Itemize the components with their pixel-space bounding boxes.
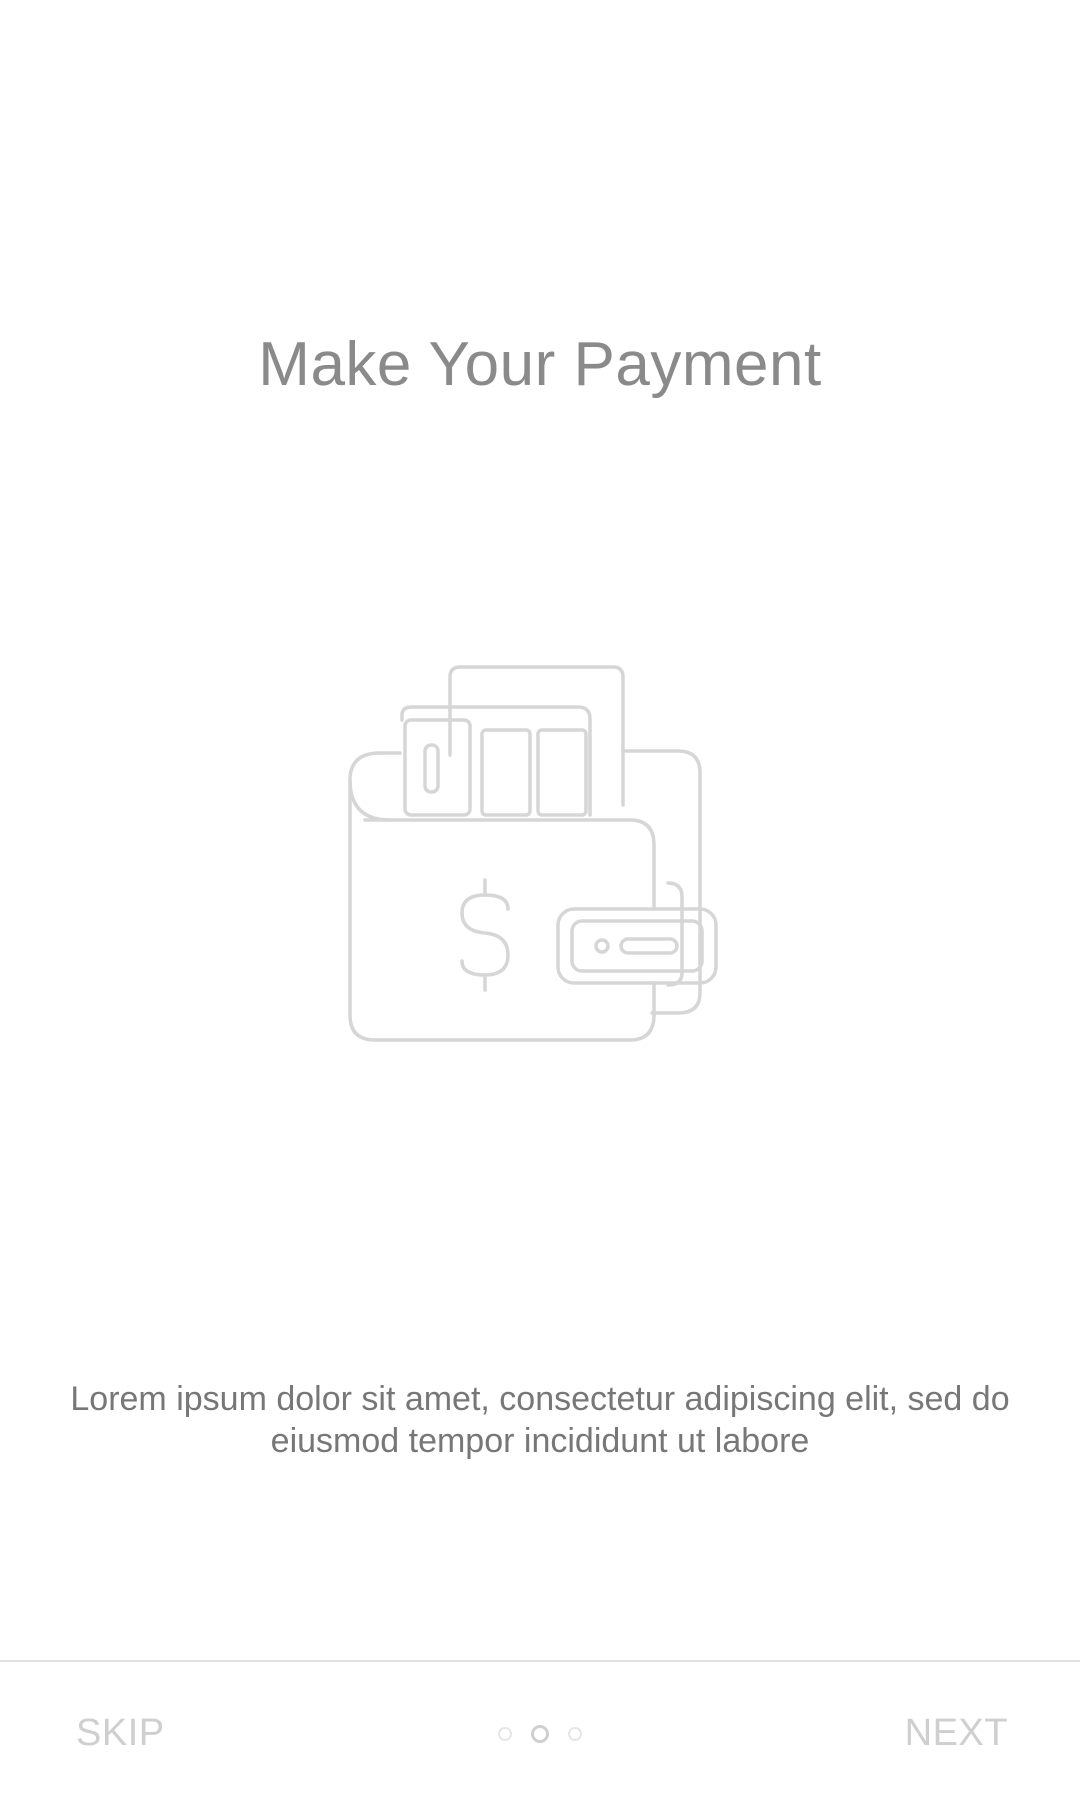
- page-dot-2-active[interactable]: [531, 1725, 549, 1743]
- onboarding-description: Lorem ipsum dolor sit amet, consectetur …: [70, 1380, 1010, 1460]
- page-indicator: [498, 1722, 582, 1746]
- page-title: Make Your Payment: [258, 330, 822, 399]
- page-dot-3[interactable]: [568, 1727, 582, 1741]
- page-dot-1[interactable]: [498, 1727, 512, 1741]
- onboarding-footer: SKIP NEXT: [0, 1662, 1080, 1794]
- skip-button[interactable]: SKIP: [76, 1712, 165, 1755]
- next-button[interactable]: NEXT: [905, 1712, 1008, 1755]
- wallet-icon: [330, 655, 750, 1075]
